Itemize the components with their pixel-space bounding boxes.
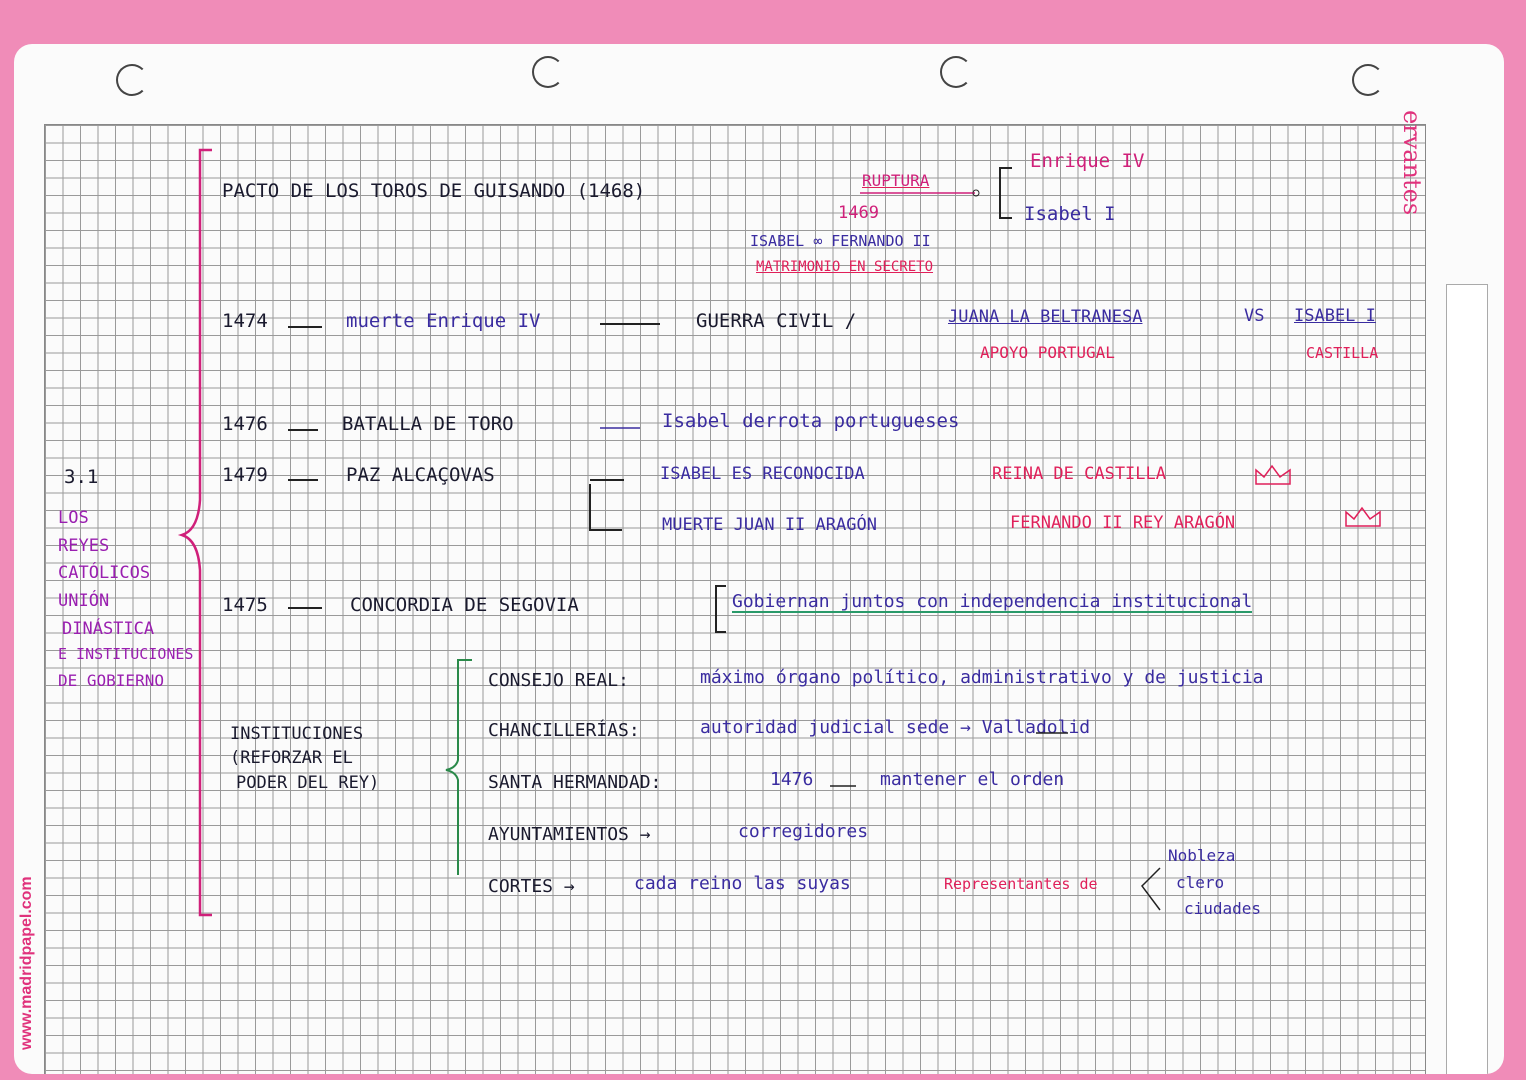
bracket <box>999 167 1012 219</box>
annotation-lines <box>177 148 1381 917</box>
estates-bracket <box>1141 867 1161 911</box>
institutions-brace <box>445 659 472 875</box>
crown-icon <box>1255 464 1291 485</box>
bracket <box>715 585 726 633</box>
arrow <box>589 484 622 531</box>
crown-icon <box>1345 506 1381 527</box>
main-brace <box>177 148 212 917</box>
